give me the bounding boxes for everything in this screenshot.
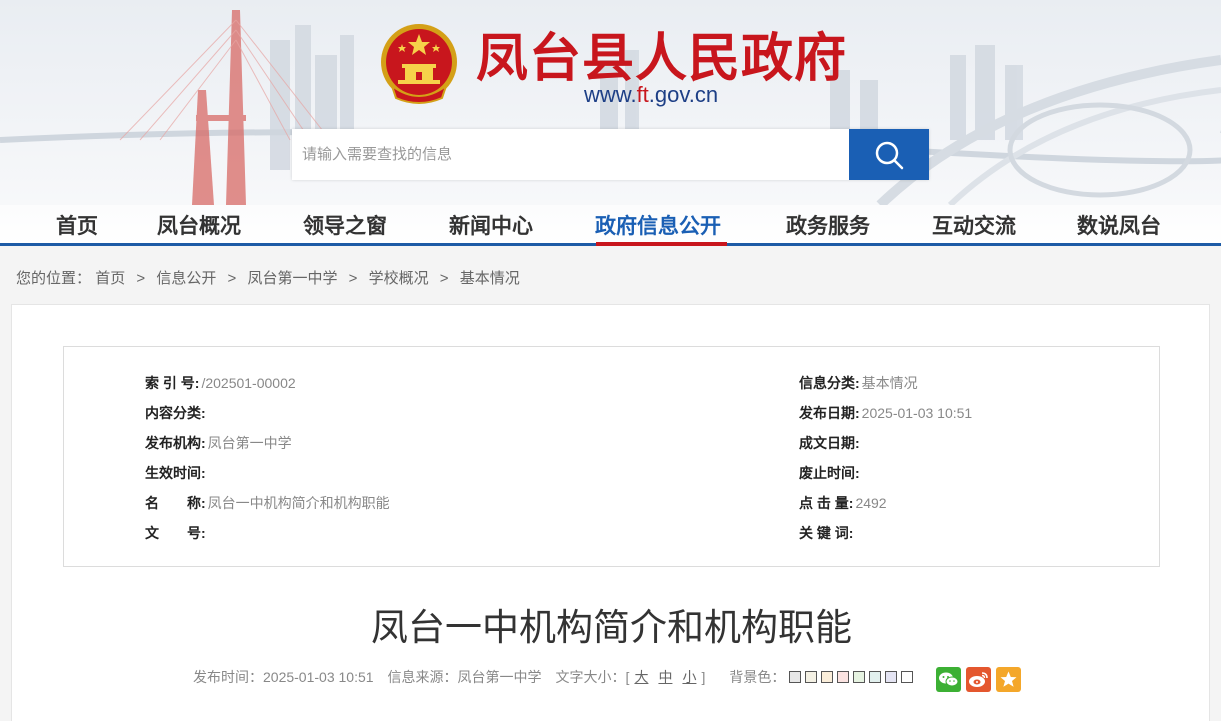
share-wechat-button[interactable] (936, 667, 961, 692)
meta-content-category: 内容分类: (145, 403, 208, 423)
search-input[interactable] (292, 129, 849, 180)
publish-time-label: 发布时间： (193, 669, 263, 685)
meta-expiry-time: 废止时间: (799, 463, 862, 483)
breadcrumb-separator: > (348, 270, 358, 287)
bg-swatch[interactable] (821, 671, 834, 683)
site-url[interactable]: www.ft.gov.cn (584, 82, 718, 108)
breadcrumb-separator: > (439, 270, 449, 287)
nav-active-indicator (596, 242, 727, 246)
background-color-label: 背景色： (729, 669, 786, 685)
metadata-table: 索 引 号:/202501-00002 内容分类: 发布机构: 凤台第一中学 生效… (63, 346, 1160, 567)
meta-label: 成文日期: (799, 435, 860, 451)
meta-keywords: 关 键 词: (799, 523, 855, 543)
bg-swatch[interactable] (901, 671, 914, 683)
meta-label: 内容分类: (145, 405, 206, 421)
meta-label: 发布日期: (799, 405, 860, 421)
meta-label: 关 键 词: (799, 525, 854, 541)
meta-value: 凤台第一中学 (207, 435, 292, 451)
bg-swatch[interactable] (869, 671, 882, 683)
breadcrumb-item-home[interactable]: 首页 (95, 270, 125, 287)
background-swatches (789, 671, 914, 683)
site-url-suffix: .gov.cn (648, 82, 719, 107)
source: 凤台第一中学 (457, 669, 542, 685)
meta-info-category: 信息分类: 基本情况 (799, 373, 918, 393)
font-size-large[interactable]: 大 (634, 667, 648, 687)
breadcrumb-item-school-overview[interactable]: 学校概况 (369, 270, 429, 287)
meta-value: /202501-00002 (201, 375, 296, 391)
share-weibo-button[interactable] (966, 667, 991, 692)
bg-swatch[interactable] (805, 671, 818, 683)
meta-label: 废止时间: (799, 465, 860, 481)
meta-publisher: 发布机构: 凤台第一中学 (145, 433, 292, 453)
bg-swatch[interactable] (853, 671, 866, 683)
meta-label: 文 号: (145, 525, 206, 541)
article-title: 凤台一中机构简介和机构职能 (371, 606, 852, 649)
search-button[interactable] (849, 129, 929, 180)
font-size-small[interactable]: 小 (682, 667, 696, 687)
meta-value: 2492 (855, 495, 887, 511)
meta-value: 凤台一中机构简介和机构职能 (207, 495, 390, 511)
meta-label: 信息分类: (799, 375, 860, 391)
breadcrumb-item-school[interactable]: 凤台第一中学 (247, 270, 337, 287)
nav-item-interaction[interactable]: 互动交流 (932, 210, 1016, 240)
main-nav: 首页 凤台概况 领导之窗 新闻中心 政府信息公开 政务服务 互动交流 数说凤台 (0, 200, 1221, 246)
bg-swatch[interactable] (789, 671, 802, 683)
font-size-close: ] (701, 669, 706, 685)
meta-label: 点 击 量: (799, 495, 854, 511)
search-icon (875, 141, 904, 169)
site-url-prefix: www. (584, 82, 637, 107)
nav-item-leaders[interactable]: 领导之窗 (303, 210, 387, 240)
source-label: 信息来源： (387, 669, 458, 685)
article-info-bar: 发布时间： 2025-01-03 10:51 信息来源： 凤台第一中学 文字大小… (193, 667, 914, 687)
nav-item-news[interactable]: 新闻中心 (449, 210, 533, 240)
font-size-label: 文字大小：[ (555, 669, 630, 685)
meta-document-number: 文 号: (145, 523, 208, 543)
breadcrumb: 您的位置： 首页 > 信息公开 > 凤台第一中学 > 学校概况 > 基本情况 (16, 267, 520, 288)
publish-time: 2025-01-03 10:51 (263, 669, 374, 685)
meta-label: 发布机构: (145, 435, 206, 451)
bg-swatch[interactable] (885, 671, 898, 683)
meta-written-date: 成文日期: (799, 433, 862, 453)
meta-publish-date: 发布日期: 2025-01-03 10:51 (799, 403, 972, 423)
search-box (292, 129, 929, 180)
breadcrumb-separator: > (227, 270, 237, 287)
meta-effective-time: 生效时间: (145, 463, 208, 483)
wechat-icon (939, 672, 959, 687)
meta-label: 生效时间: (145, 465, 206, 481)
favorite-icon (1000, 671, 1017, 687)
site-header: 凤台县人民政府 www.ft.gov.cn 首页 凤台概况 领导之窗 新闻中心 … (0, 0, 1221, 246)
nav-item-gov-info[interactable]: 政府信息公开 (595, 210, 721, 240)
nav-item-overview[interactable]: 凤台概况 (157, 210, 241, 240)
meta-name: 名 称: 凤台一中机构简介和机构职能 (145, 493, 390, 513)
site-url-highlight: ft (636, 82, 649, 107)
meta-label: 索 引 号: (145, 375, 200, 391)
meta-label: 名 称: (145, 495, 206, 511)
bg-swatch[interactable] (837, 671, 850, 683)
meta-click-count: 点 击 量: 2492 (799, 493, 887, 513)
meta-index-number: 索 引 号:/202501-00002 (145, 373, 296, 393)
nav-item-services[interactable]: 政务服务 (786, 210, 870, 240)
share-favorite-button[interactable] (996, 667, 1021, 692)
meta-value: 基本情况 (861, 375, 918, 391)
breadcrumb-item-basic-info[interactable]: 基本情况 (460, 270, 520, 287)
site-title: 凤台县人民政府 (476, 29, 848, 89)
breadcrumb-prefix: 您的位置： (16, 270, 92, 287)
content-card: 索 引 号:/202501-00002 内容分类: 发布机构: 凤台第一中学 生效… (11, 304, 1210, 721)
breadcrumb-separator: > (136, 270, 146, 287)
nav-item-data[interactable]: 数说凤台 (1077, 210, 1161, 240)
national-emblem-icon (381, 24, 457, 104)
meta-value: 2025-01-03 10:51 (861, 405, 973, 421)
font-size-medium[interactable]: 中 (658, 667, 672, 687)
nav-item-home[interactable]: 首页 (56, 210, 98, 240)
breadcrumb-item-info[interactable]: 信息公开 (156, 270, 216, 287)
weibo-icon (969, 672, 988, 687)
